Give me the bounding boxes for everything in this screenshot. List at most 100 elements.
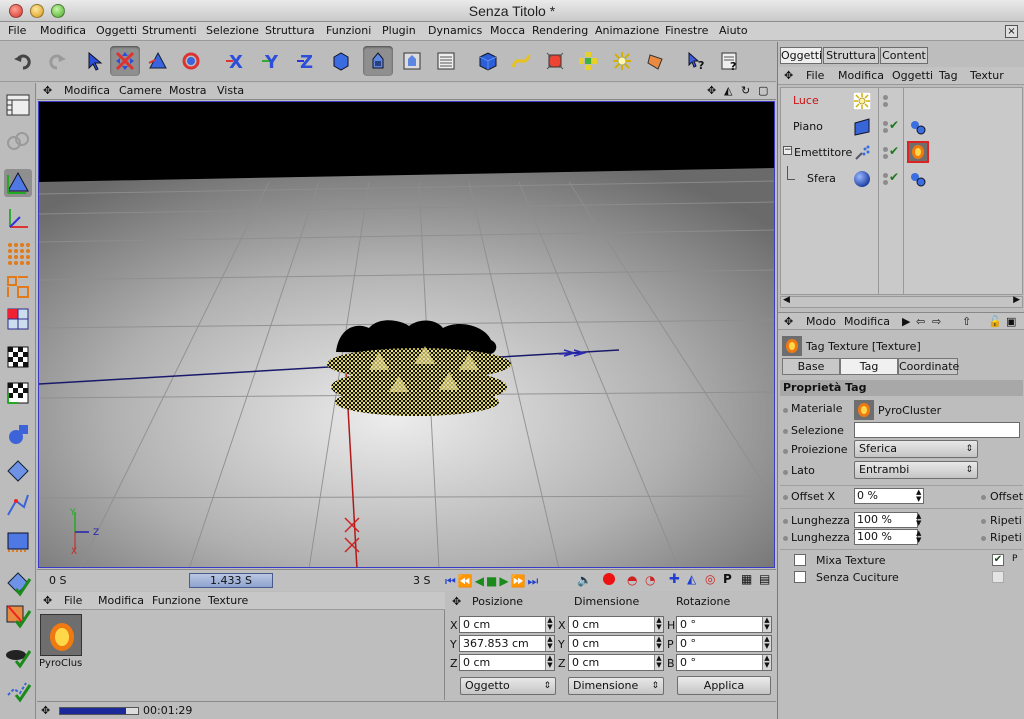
solo-mode-button[interactable]: [4, 641, 32, 669]
coordinate-system-button[interactable]: [326, 46, 356, 76]
object-name-emettitore[interactable]: Emettitore: [794, 146, 852, 159]
viewport-nav-icon[interactable]: ✥: [43, 84, 52, 97]
object-row-piano[interactable]: Piano ✔: [781, 114, 1022, 140]
coords-mode-select[interactable]: Oggetto ⇕: [460, 677, 556, 695]
help-document-button[interactable]: ?: [715, 46, 745, 76]
prev-key-icon[interactable]: ⏪: [458, 574, 475, 588]
object-row-luce[interactable]: Luce: [781, 88, 1022, 114]
texture-axis-button[interactable]: [4, 379, 32, 407]
model-tool-button[interactable]: [4, 169, 32, 197]
rot-h-stepper-icon[interactable]: ▲ ▼: [762, 617, 771, 632]
editor-visibility-dot[interactable]: [883, 95, 888, 100]
editor-visibility-dot[interactable]: [883, 173, 888, 178]
object-menu-modifica[interactable]: Modifica: [838, 69, 884, 82]
tweak-mode-button[interactable]: [4, 601, 32, 629]
pos-x-field[interactable]: 0 cm ▲ ▼: [459, 616, 555, 633]
scale-key-icon[interactable]: ◭: [687, 572, 696, 586]
new-panel-icon[interactable]: ▣: [1006, 315, 1016, 328]
dim-z-stepper-icon[interactable]: ▲ ▼: [654, 655, 663, 670]
spline-button[interactable]: [506, 46, 536, 76]
offset-x-field[interactable]: 0 %: [854, 488, 924, 504]
render-visibility-dot[interactable]: [883, 128, 888, 133]
tab-tag[interactable]: Tag: [840, 358, 898, 375]
projection-select[interactable]: Sferica ⇕: [854, 440, 978, 458]
object-list-scrollbar[interactable]: ◀ ▶: [780, 295, 1023, 308]
menu-selezione[interactable]: Selezione: [206, 24, 259, 37]
menu-dynamics[interactable]: Dynamics: [428, 24, 482, 37]
render-visibility-dot[interactable]: [883, 180, 888, 185]
light-button[interactable]: [607, 46, 637, 76]
material-menu-file[interactable]: File: [64, 594, 82, 607]
param-key-icon[interactable]: P: [723, 572, 732, 586]
timeline-scrubber[interactable]: 1.433 S: [189, 573, 273, 588]
tab-oggetti[interactable]: Oggetti: [780, 47, 822, 64]
enabled-check-icon[interactable]: ✔: [889, 118, 899, 132]
selection-input[interactable]: [854, 422, 1020, 438]
object-name-sfera[interactable]: Sfera: [807, 172, 836, 185]
length-x-field[interactable]: 100 %: [854, 512, 918, 528]
viewport-menu-vista[interactable]: Vista: [217, 84, 244, 97]
menu-struttura[interactable]: Struttura: [265, 24, 315, 37]
object-row-emettitore[interactable]: − Emettitore ✔: [781, 140, 1022, 166]
rot-p-stepper-icon[interactable]: ▲ ▼: [762, 636, 771, 651]
dim-y-field[interactable]: 0 cm ▲ ▼: [568, 635, 664, 652]
stop-icon[interactable]: ■: [486, 574, 499, 588]
undo-button[interactable]: [8, 46, 38, 76]
xpresso-button[interactable]: [4, 675, 32, 703]
tile-checkbox[interactable]: ✔: [992, 554, 1004, 566]
polygons-tool-button[interactable]: [4, 305, 32, 333]
play-back-icon[interactable]: ◀: [475, 574, 486, 588]
scroll-right-icon[interactable]: ▶: [1013, 295, 1020, 305]
editor-visibility-dot[interactable]: [883, 121, 888, 126]
offset-x-stepper-icon[interactable]: ▲ ▼: [916, 489, 921, 503]
render-visibility-dot[interactable]: [883, 102, 888, 107]
status-nav-icon[interactable]: ✥: [41, 704, 50, 717]
material-link-icon[interactable]: [854, 400, 874, 423]
attribute-expand-icon[interactable]: ▶: [902, 315, 910, 328]
editor-layout-button[interactable]: [4, 91, 32, 119]
position-key-icon[interactable]: ✚: [669, 572, 680, 587]
viewport-menu-camere[interactable]: Camere: [119, 84, 162, 97]
menu-modifica[interactable]: Modifica: [40, 24, 86, 37]
record-icon[interactable]: [603, 573, 615, 585]
viewport-menu-modifica[interactable]: Modifica: [64, 84, 110, 97]
rot-b-stepper-icon[interactable]: ▲ ▼: [762, 655, 771, 670]
enabled-check-icon[interactable]: ✔: [889, 170, 899, 184]
object-name-luce[interactable]: Luce: [793, 94, 819, 107]
apply-button[interactable]: Applica: [677, 676, 771, 695]
attribute-nav-icon[interactable]: ✥: [784, 315, 793, 328]
render-visibility-dot[interactable]: [883, 154, 888, 159]
menu-file[interactable]: File: [8, 24, 26, 37]
next-key-icon[interactable]: ⏩: [511, 574, 528, 588]
editor-visibility-dot[interactable]: [883, 147, 888, 152]
rot-b-field[interactable]: 0 ° ▲ ▼: [676, 654, 772, 671]
back-arrow-icon[interactable]: ⇦: [916, 315, 925, 328]
axis-x-button[interactable]: X: [220, 46, 250, 76]
viewport-move-icon[interactable]: ✥: [707, 84, 716, 97]
object-mode-button[interactable]: [4, 127, 32, 155]
render-settings-button[interactable]: [431, 46, 461, 76]
object-menu-tag[interactable]: Tag: [939, 69, 958, 82]
sound-icon[interactable]: 🔈: [577, 573, 592, 587]
deformer-button[interactable]: [641, 46, 671, 76]
pos-y-stepper-icon[interactable]: ▲ ▼: [545, 636, 554, 651]
rot-h-field[interactable]: 0 ° ▲ ▼: [676, 616, 772, 633]
menu-aiuto[interactable]: Aiuto: [719, 24, 748, 37]
attribute-menu-modo[interactable]: Modo: [806, 315, 836, 328]
enabled-check-icon[interactable]: ✔: [889, 144, 899, 158]
pos-z-field[interactable]: 0 cm ▲ ▼: [459, 654, 555, 671]
help-pointer-button[interactable]: ?: [682, 46, 712, 76]
texture-tag-icon[interactable]: [909, 170, 927, 191]
select-arrow-button[interactable]: [80, 46, 110, 76]
menu-oggetti[interactable]: Oggetti: [96, 24, 137, 37]
coords-dimension-select[interactable]: Dimensione ⇕: [568, 677, 664, 695]
lock-workplane-button[interactable]: [4, 569, 32, 597]
dim-z-field[interactable]: 0 cm ▲ ▼: [568, 654, 664, 671]
go-to-start-icon[interactable]: ⏮: [445, 574, 458, 588]
menu-rendering[interactable]: Rendering: [532, 24, 588, 37]
object-nav-icon[interactable]: ✥: [784, 69, 793, 82]
seamless-checkbox[interactable]: [794, 571, 806, 583]
nurbs-button[interactable]: [540, 46, 570, 76]
tab-base[interactable]: Base: [782, 358, 840, 375]
model-mode-button[interactable]: [363, 46, 393, 76]
